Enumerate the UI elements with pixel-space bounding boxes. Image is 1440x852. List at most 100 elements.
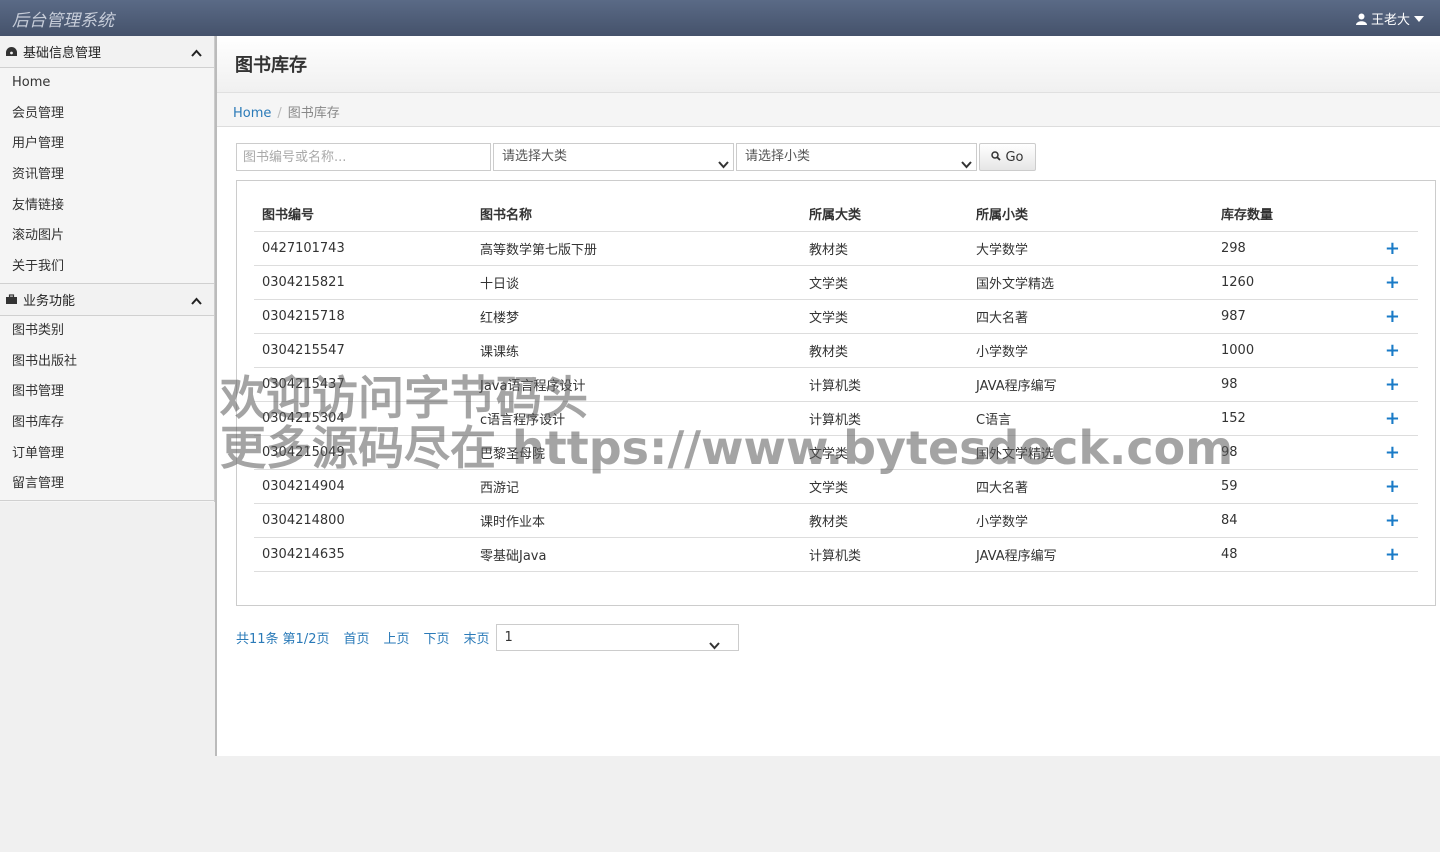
table-cell: 国外文学精选 bbox=[968, 265, 1213, 300]
sidebar-section-business[interactable]: 业务功能 bbox=[0, 283, 214, 316]
sidebar-list-basic: Home 会员管理 用户管理 资讯管理 友情链接 滚动图片 关于我们 bbox=[0, 68, 214, 284]
table-cell: 987 bbox=[1213, 299, 1358, 334]
sidebar-section-basic[interactable]: 基础信息管理 bbox=[0, 36, 214, 68]
go-button[interactable]: Go bbox=[979, 143, 1036, 171]
add-stock-icon[interactable]: + bbox=[1358, 367, 1418, 402]
pager-next-link[interactable]: 下页 bbox=[424, 628, 450, 647]
table-cell: 0304215821 bbox=[254, 265, 472, 300]
table-cell: 0304214635 bbox=[254, 537, 472, 572]
add-stock-icon[interactable]: + bbox=[1358, 469, 1418, 504]
page-select[interactable]: 1 bbox=[495, 624, 739, 651]
add-stock-icon[interactable]: + bbox=[1358, 435, 1418, 470]
column-header: 库存数量 bbox=[1213, 197, 1358, 232]
table-cell: JAVA程序编写 bbox=[968, 537, 1213, 572]
sidebar-item-orders[interactable]: 订单管理 bbox=[0, 439, 214, 470]
table-row: 0304215304 c语言程序设计 计算机类 C语言 152 + bbox=[254, 401, 1418, 436]
breadcrumb-home-link[interactable]: Home bbox=[233, 106, 271, 121]
inventory-table: 图书编号 图书名称 所属大类 所属小类 库存数量 0427101743 高等数学第… bbox=[254, 197, 1418, 572]
pager-last-link[interactable]: 末页 bbox=[464, 628, 490, 647]
sidebar-item-banners[interactable]: 滚动图片 bbox=[0, 221, 214, 252]
add-stock-icon[interactable]: + bbox=[1358, 401, 1418, 436]
table-cell: 计算机类 bbox=[801, 401, 968, 436]
pager-prev-link[interactable]: 上页 bbox=[384, 628, 410, 647]
table-row: 0304215718 红楼梦 文学类 四大名著 987 + bbox=[254, 299, 1418, 334]
sidebar-section-title: 业务功能 bbox=[23, 293, 76, 309]
chevron-down-icon bbox=[708, 634, 720, 660]
add-stock-icon[interactable]: + bbox=[1358, 299, 1418, 334]
column-header: 所属小类 bbox=[968, 197, 1213, 232]
table-row: 0304214904 西游记 文学类 四大名著 59 + bbox=[254, 469, 1418, 504]
subcategory-select-value: 请选择小类 bbox=[745, 149, 811, 164]
user-menu[interactable]: 王老大 bbox=[1355, 9, 1424, 28]
table-cell: 计算机类 bbox=[801, 367, 968, 402]
table-cell: 四大名著 bbox=[968, 469, 1213, 504]
search-input[interactable] bbox=[236, 143, 491, 171]
table-row: 0304215437 Java语言程序设计 计算机类 JAVA程序编写 98 + bbox=[254, 367, 1418, 402]
table-cell: 98 bbox=[1213, 367, 1358, 402]
table-cell: 文学类 bbox=[801, 265, 968, 300]
search-icon bbox=[991, 150, 1002, 165]
table-cell: 巴黎圣母院 bbox=[472, 435, 801, 470]
table-cell: 1260 bbox=[1213, 265, 1358, 300]
column-header: 所属大类 bbox=[801, 197, 968, 232]
sidebar-item-books[interactable]: 图书管理 bbox=[0, 377, 214, 408]
go-button-label: Go bbox=[1005, 149, 1024, 165]
table-cell: C语言 bbox=[968, 401, 1213, 436]
sidebar-item-members[interactable]: 会员管理 bbox=[0, 99, 214, 130]
table-cell: 红楼梦 bbox=[472, 299, 801, 334]
table-cell: 国外文学精选 bbox=[968, 435, 1213, 470]
column-header-action bbox=[1358, 197, 1418, 232]
sidebar-section-title: 基础信息管理 bbox=[23, 46, 102, 61]
sidebar: 基础信息管理 Home 会员管理 用户管理 资讯管理 友情链接 滚动图片 关于我… bbox=[0, 36, 215, 502]
sidebar-item-links[interactable]: 友情链接 bbox=[0, 191, 214, 222]
sidebar-item-home[interactable]: Home bbox=[0, 68, 214, 99]
briefcase-icon bbox=[3, 294, 19, 305]
brand-title: 后台管理系统 bbox=[12, 11, 114, 31]
add-stock-icon[interactable]: + bbox=[1358, 231, 1418, 266]
table-cell: 西游记 bbox=[472, 469, 801, 504]
table-cell: 大学数学 bbox=[968, 231, 1213, 266]
table-cell: 教材类 bbox=[801, 231, 968, 266]
table-cell: 教材类 bbox=[801, 503, 968, 538]
sidebar-item-book-categories[interactable]: 图书类别 bbox=[0, 316, 214, 347]
table-cell: 298 bbox=[1213, 231, 1358, 266]
sidebar-item-inventory[interactable]: 图书库存 bbox=[0, 408, 214, 439]
user-icon bbox=[1355, 13, 1367, 25]
caret-down-icon bbox=[1414, 15, 1424, 22]
pager-first-link[interactable]: 首页 bbox=[343, 628, 369, 647]
sidebar-item-messages[interactable]: 留言管理 bbox=[0, 469, 214, 500]
table-cell: 59 bbox=[1213, 469, 1358, 504]
add-stock-icon[interactable]: + bbox=[1358, 503, 1418, 538]
breadcrumb-separator: / bbox=[277, 106, 282, 121]
sidebar-item-publishers[interactable]: 图书出版社 bbox=[0, 347, 214, 378]
sidebar-item-users[interactable]: 用户管理 bbox=[0, 129, 214, 160]
page-select-value: 1 bbox=[504, 630, 513, 645]
subcategory-select[interactable]: 请选择小类 bbox=[736, 143, 977, 171]
add-stock-icon[interactable]: + bbox=[1358, 333, 1418, 368]
table-cell: 小学数学 bbox=[968, 503, 1213, 538]
page-header: 图书库存 bbox=[217, 36, 1440, 93]
table-cell: 0304215547 bbox=[254, 333, 472, 368]
table-cell: 文学类 bbox=[801, 469, 968, 504]
table-cell: 152 bbox=[1213, 401, 1358, 436]
table-cell: 0427101743 bbox=[254, 231, 472, 266]
top-navbar: 后台管理系统 王老大 bbox=[0, 0, 1440, 36]
table-cell: 0304215304 bbox=[254, 401, 472, 436]
table-cell: 文学类 bbox=[801, 299, 968, 334]
sidebar-item-about[interactable]: 关于我们 bbox=[0, 252, 214, 283]
add-stock-icon[interactable]: + bbox=[1358, 537, 1418, 572]
table-cell: 文学类 bbox=[801, 435, 968, 470]
table-cell: 四大名著 bbox=[968, 299, 1213, 334]
sidebar-item-news[interactable]: 资讯管理 bbox=[0, 160, 214, 191]
chevron-up-icon[interactable] bbox=[191, 294, 202, 309]
breadcrumb-current: 图书库存 bbox=[287, 106, 340, 121]
filter-bar: 请选择大类 请选择小类 Go bbox=[236, 143, 1036, 171]
add-stock-icon[interactable]: + bbox=[1358, 265, 1418, 300]
category-select[interactable]: 请选择大类 bbox=[493, 143, 734, 171]
chevron-up-icon[interactable] bbox=[191, 46, 202, 61]
user-name: 王老大 bbox=[1370, 13, 1410, 28]
category-select-value: 请选择大类 bbox=[502, 149, 568, 164]
table-cell: 48 bbox=[1213, 537, 1358, 572]
table-header-row: 图书编号 图书名称 所属大类 所属小类 库存数量 bbox=[254, 197, 1418, 232]
table-cell: 98 bbox=[1213, 435, 1358, 470]
